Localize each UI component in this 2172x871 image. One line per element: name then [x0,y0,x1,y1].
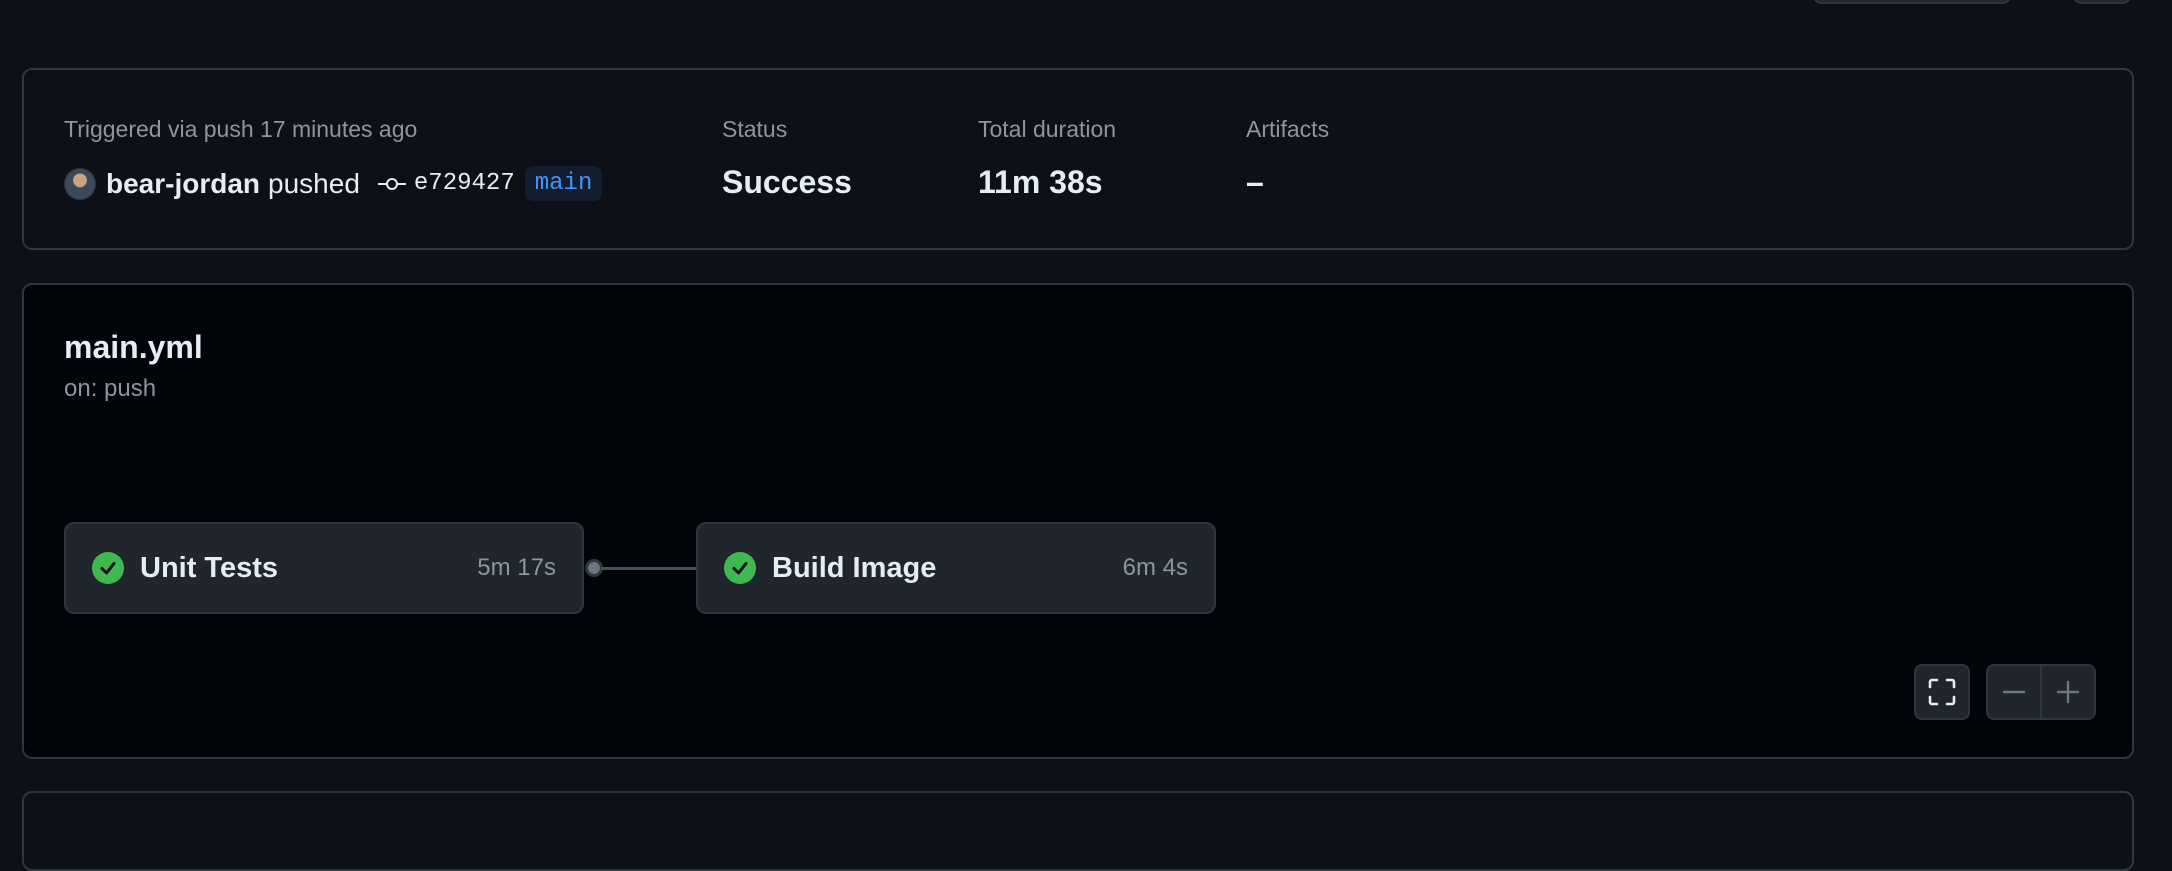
annotations-card [22,791,2134,871]
job-connector [601,567,707,570]
job-build-image[interactable]: Build Image 6m 4s [696,522,1216,614]
commit-sha-link[interactable]: e729427 [414,170,515,197]
artifacts-value: – [1246,164,1264,200]
run-summary-card: Triggered via push 17 minutes ago bear-j… [22,68,2134,250]
job-duration: 6m 4s [1122,554,1188,581]
actor-row: bear-jordan pushed e729427 main [64,166,603,201]
git-commit-icon [377,177,406,190]
actor-action: pushed [268,167,360,199]
top-action-button[interactable] [1812,0,2012,4]
duration-label: Total duration [978,116,1117,142]
artifacts-label: Artifacts [1246,116,1330,142]
status-label: Status [722,116,788,142]
trigger-text: Triggered via push 17 minutes ago [64,116,418,142]
minus-icon [2002,690,2026,694]
success-check-icon [92,552,124,584]
branch-badge[interactable]: main [524,166,603,201]
workflow-file-title[interactable]: main.yml [64,329,203,366]
plus-icon [2056,680,2080,704]
success-check-icon [724,552,756,584]
actor-link[interactable]: bear-jordan [106,168,260,200]
workflow-trigger: on: push [64,375,157,402]
fullscreen-button[interactable] [1914,664,1970,720]
job-duration: 5m 17s [477,554,556,581]
zoom-out-button[interactable] [1988,666,2040,718]
workflow-graph-card: main.yml on: push Unit Tests 5m 17s Buil… [22,283,2134,759]
fullscreen-icon [1928,678,1956,706]
job-name: Build Image [772,551,937,584]
duration-value: 11m 38s [978,164,1103,200]
zoom-controls [1986,664,2096,720]
job-name: Unit Tests [140,551,279,584]
avatar[interactable] [64,167,96,200]
top-menu-button[interactable] [2072,0,2132,4]
zoom-in-button[interactable] [2040,666,2094,718]
status-value: Success [722,164,852,200]
job-unit-tests[interactable]: Unit Tests 5m 17s [64,522,584,614]
